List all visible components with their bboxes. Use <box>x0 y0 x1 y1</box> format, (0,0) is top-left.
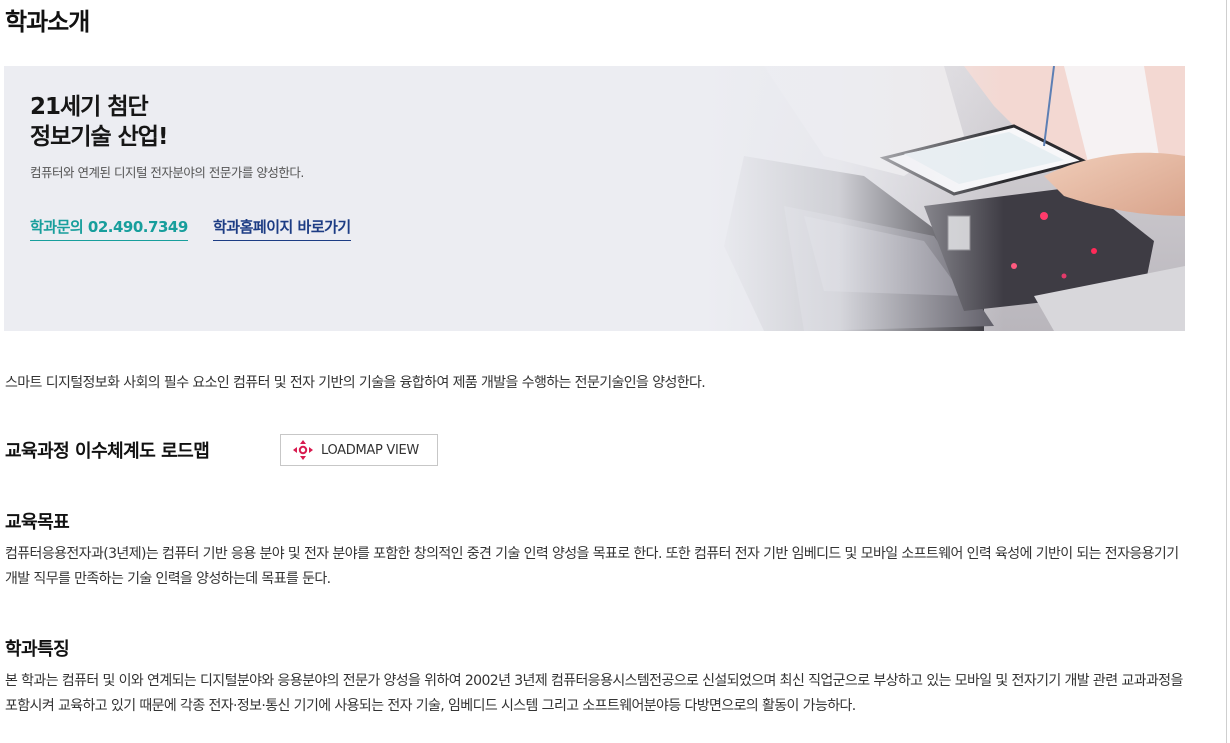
page-title: 학과소개 <box>5 8 90 36</box>
features-heading: 학과특징 <box>5 639 70 660</box>
hero-banner: 21세기 첨단 정보기술 산업! 컴퓨터와 연계된 디지털 전자분야의 전문가를… <box>4 66 1185 331</box>
goal-heading: 교육목표 <box>5 512 70 533</box>
roadmap-heading: 교육과정 이수체계도 로드맵 <box>5 441 210 462</box>
loadmap-view-button[interactable]: LOADMAP VIEW <box>280 434 438 466</box>
intro-text: 스마트 디지털정보화 사회의 필수 요소인 컴퓨터 및 전자 기반의 기술을 융… <box>5 375 706 391</box>
goal-text: 컴퓨터응용전자과(3년제)는 컴퓨터 기반 응용 분야 및 전자 분야를 포함한… <box>5 546 1179 587</box>
loadmap-view-label: LOADMAP VIEW <box>321 442 419 458</box>
department-homepage-link[interactable]: 학과홈페이지 바로가기 <box>213 216 351 241</box>
hero-photo <box>704 66 1185 331</box>
move-arrows-icon <box>293 440 313 460</box>
hero-title-line1: 21세기 첨단 <box>30 94 149 120</box>
department-phone-link[interactable]: 학과문의 02.490.7349 <box>30 216 188 241</box>
scrollbar-edge <box>1226 0 1227 743</box>
hero-subtitle: 컴퓨터와 연계된 디지털 전자분야의 전문가를 양성한다. <box>30 165 304 180</box>
hero-title: 21세기 첨단 정보기술 산업! <box>30 92 168 152</box>
hero-title-line2: 정보기술 산업! <box>30 124 168 150</box>
features-text: 본 학과는 컴퓨터 및 이와 연계되는 디지털분야와 응용분야의 전문가 양성을… <box>5 673 1183 714</box>
